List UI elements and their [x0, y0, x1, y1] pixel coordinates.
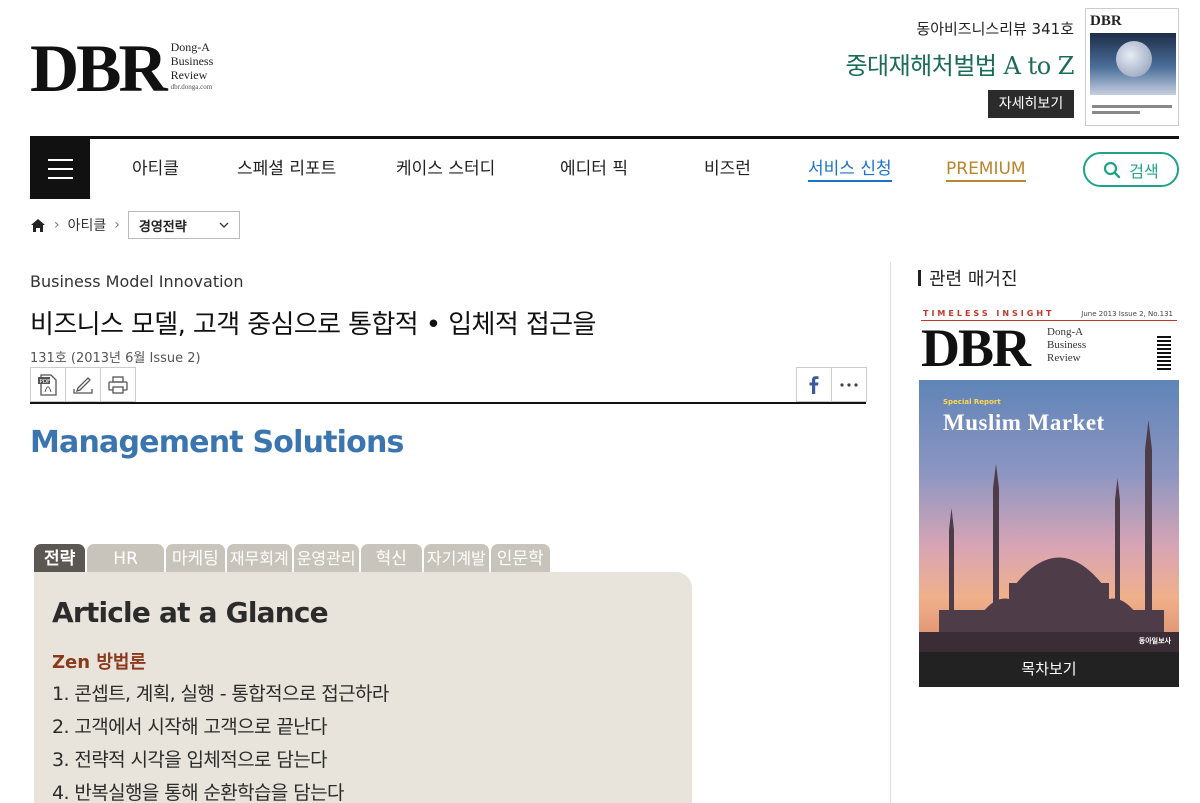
toc-button[interactable]: 목차보기 [919, 652, 1179, 687]
more-share-button[interactable] [831, 367, 867, 402]
magazine-logo: DBR [921, 318, 1031, 378]
chevron-right-icon: › [54, 217, 60, 233]
article-toolbar: PDF [30, 367, 867, 404]
facebook-share-button[interactable] [796, 367, 832, 402]
related-magazine-card[interactable]: TIMELESS INSIGHT June 2013 Issue 2, No.1… [919, 306, 1179, 687]
nav-item-bizrun[interactable]: 비즈런 [704, 156, 751, 182]
nav-item-service-signup[interactable]: 서비스 신청 [808, 156, 892, 182]
magazine-publisher: 동아일보사 [1138, 637, 1171, 645]
tab-marketing: 마케팅 [165, 544, 225, 574]
hamburger-icon [48, 159, 73, 161]
print-icon [108, 375, 128, 394]
glance-points: 1. 콘셉트, 계획, 실행 - 통합적으로 접근하라 2. 고객에서 시작해 … [52, 678, 389, 803]
magazine-issue: June 2013 Issue 2, No.131 [1081, 310, 1173, 318]
chevron-right-icon: › [114, 217, 120, 233]
detail-button[interactable]: 자세히보기 [988, 90, 1074, 118]
tab-strategy: 전략 [34, 544, 86, 574]
current-issue-label: 동아비즈니스리뷰 341호 [916, 20, 1074, 38]
category-tabs-image: 전략 HR 마케팅 재무회계 운영관리 혁신 자기계발 인문학 [34, 544, 550, 574]
magazine-cover-image: Special Report Muslim Market 동아일보사 [919, 380, 1179, 652]
nav-item-case-study[interactable]: 케이스 스터디 [396, 156, 495, 182]
hamburger-menu-button[interactable] [30, 139, 90, 199]
logo-wordmark: DBR [30, 30, 168, 106]
section-title: Management Solutions [30, 425, 404, 460]
mosque-illustration [919, 420, 1179, 652]
glance-title: Article at a Glance [52, 596, 329, 629]
breadcrumb: › 아티클 › 경영전략 [30, 211, 240, 239]
magazine-tagline: TIMELESS INSIGHT [923, 309, 1055, 318]
breadcrumb-article[interactable]: 아티클 [68, 215, 107, 235]
cover-thumb-text [1092, 105, 1172, 119]
category-select[interactable]: 경영전략 [127, 211, 240, 239]
tab-humanities: 인문학 [490, 544, 550, 574]
list-item: 3. 전략적 시각을 입체적으로 담는다 [52, 749, 328, 771]
home-icon[interactable] [30, 218, 46, 233]
tab-hr: HR [87, 544, 164, 574]
category-select-value: 경영전략 [138, 219, 187, 235]
tab-finance: 재무회계 [226, 544, 292, 574]
svg-text:PDF: PDF [40, 379, 51, 385]
nav-item-article[interactable]: 아티클 [132, 156, 179, 182]
nav-item-editor-pick[interactable]: 에디터 픽 [560, 156, 628, 182]
cover-thumb-moon [1116, 41, 1152, 77]
nav-item-special-report[interactable]: 스페셜 리포트 [237, 156, 336, 182]
article-issue-meta: 131호 (2013년 6월 Issue 2) [30, 351, 201, 366]
pdf-icon: PDF [38, 373, 57, 396]
chevron-down-icon [219, 222, 229, 228]
article-at-a-glance-box: Article at a Glance Zen 방법론 1. 콘셉트, 계획, … [34, 572, 692, 803]
logo-url: dbr.donga.com [170, 83, 213, 91]
nav-top-border [30, 136, 1179, 139]
site-logo[interactable]: DBR Dong-A Business Review dbr.donga.com [30, 30, 214, 106]
sidebar-heading: 관련 매거진 [918, 265, 1018, 291]
tab-operations: 운영관리 [293, 544, 359, 574]
facebook-icon [809, 375, 819, 394]
scrap-button[interactable] [65, 367, 101, 402]
search-button[interactable]: 검색 [1083, 152, 1179, 187]
glance-subtitle: Zen 방법론 [52, 652, 147, 673]
search-icon [1104, 161, 1121, 178]
current-issue-headline[interactable]: 중대재해처벌법 A to Z [845, 46, 1074, 81]
list-item: 2. 고객에서 시작해 고객으로 끝난다 [52, 716, 328, 738]
article-title: 비즈니스 모델, 고객 중심으로 통합적 • 입체적 접근을 [30, 310, 596, 340]
magazine-logo-subtitle: Dong-A Business Review [1047, 326, 1087, 364]
sidebar-divider [890, 262, 891, 803]
list-item: 4. 반복실행을 통해 순환학습을 담는다 [52, 782, 344, 803]
logo-subtitle: Dong-A Business Review dbr.donga.com [170, 40, 214, 91]
list-item: 1. 콘셉트, 계획, 실행 - 통합적으로 접근하라 [52, 683, 389, 705]
pdf-download-button[interactable]: PDF [30, 367, 66, 402]
article-category: Business Model Innovation [30, 272, 244, 291]
search-label: 검색 [1129, 161, 1159, 181]
cover-thumb-logo: DBR [1090, 13, 1122, 29]
magazine-masthead: TIMELESS INSIGHT June 2013 Issue 2, No.1… [919, 306, 1179, 380]
barcode-icon [1157, 336, 1171, 370]
tab-self-development: 자기계발 [423, 544, 489, 574]
more-icon [840, 382, 858, 387]
nav-item-premium[interactable]: PREMIUM [946, 156, 1026, 182]
scrap-icon [73, 376, 93, 394]
print-button[interactable] [100, 367, 136, 402]
current-issue-cover[interactable]: DBR [1085, 8, 1179, 126]
tab-innovation: 혁신 [360, 544, 422, 574]
